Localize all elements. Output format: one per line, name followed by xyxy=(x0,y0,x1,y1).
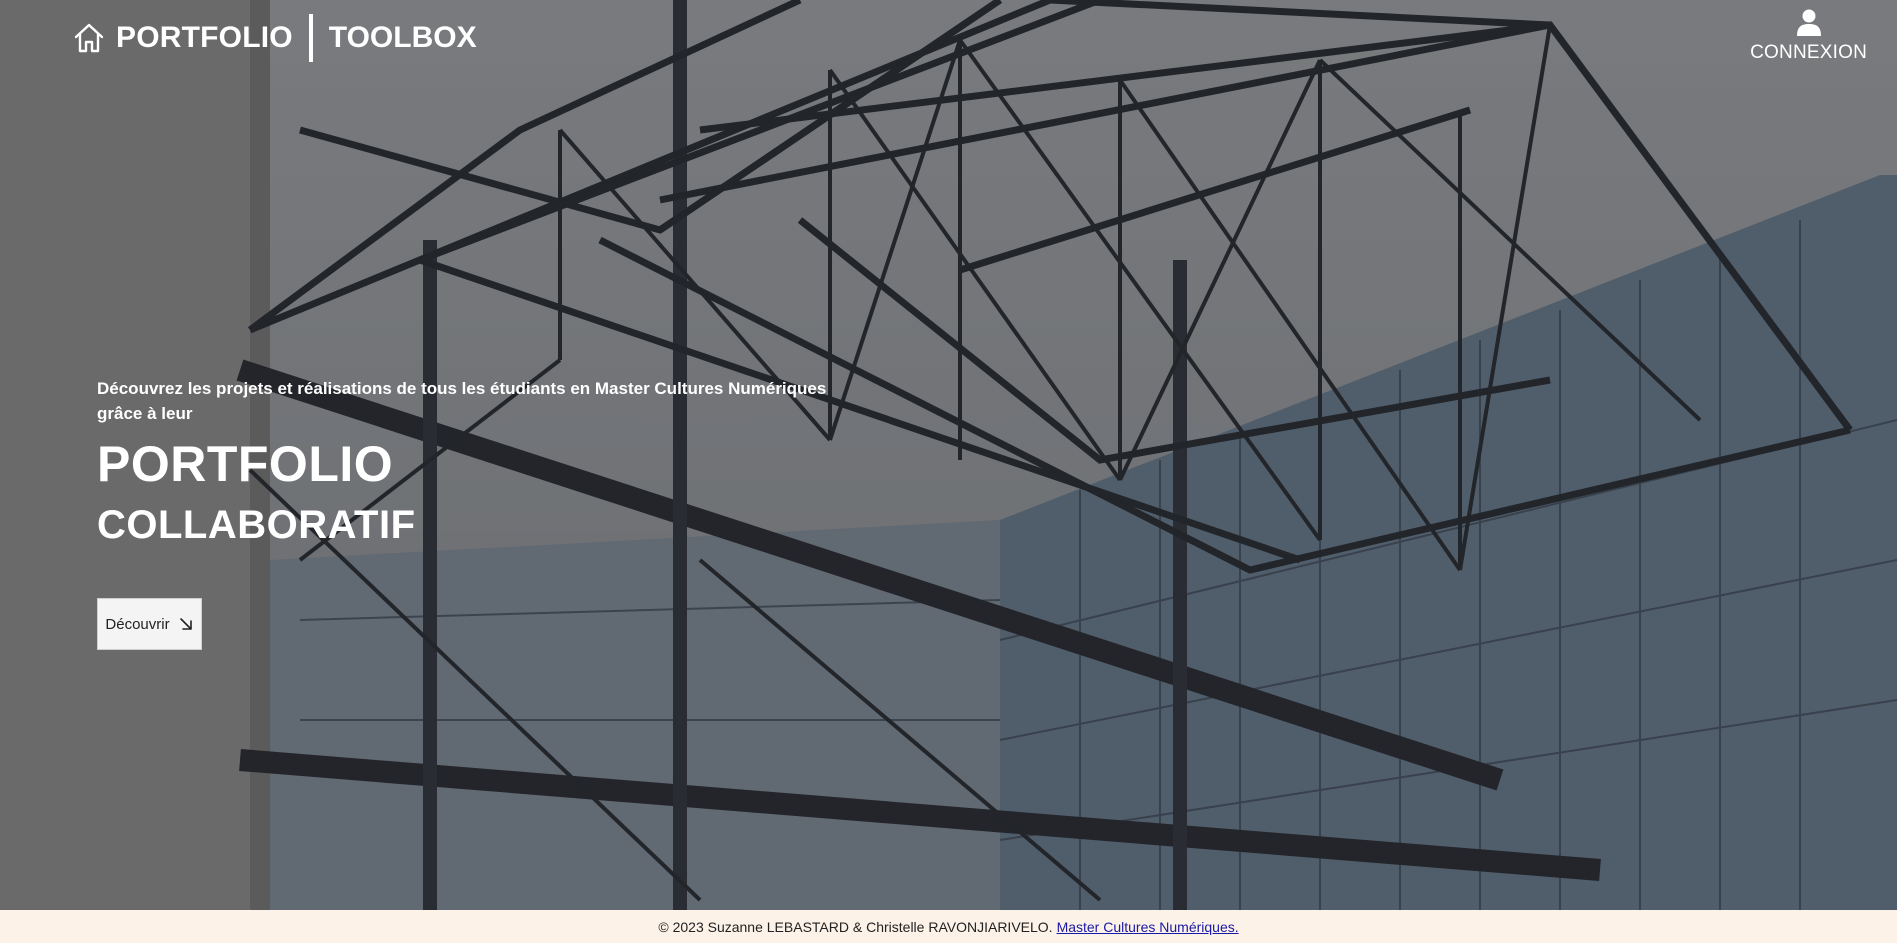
footer-master-link[interactable]: Master Cultures Numériques. xyxy=(1057,919,1239,935)
login-button[interactable]: CONNEXION xyxy=(1750,8,1867,64)
brand-link[interactable]: PORTFOLIO xyxy=(116,21,293,55)
footer: © 2023 Suzanne LEBASTARD & Christelle RA… xyxy=(0,910,1897,943)
toolbox-link[interactable]: TOOLBOX xyxy=(329,21,477,55)
discover-button-label: Découvrir xyxy=(105,615,170,633)
hero-title: PORTFOLIO xyxy=(97,436,394,492)
login-label: CONNEXION xyxy=(1750,42,1867,63)
arrow-down-right-icon xyxy=(179,618,192,630)
footer-copyright: © 2023 Suzanne LEBASTARD & Christelle RA… xyxy=(658,918,1053,935)
home-icon[interactable] xyxy=(72,21,106,55)
top-nav: PORTFOLIO TOOLBOX xyxy=(72,14,477,62)
discover-button[interactable]: Découvrir xyxy=(97,598,202,650)
nav-divider xyxy=(308,14,313,62)
hero-text: Découvrez les projets et réalisations de… xyxy=(97,376,857,550)
user-icon xyxy=(1796,9,1821,36)
hero-tagline: Découvrez les projets et réalisations de… xyxy=(97,379,827,423)
hero-subtitle: COLLABORATIF xyxy=(97,503,416,547)
